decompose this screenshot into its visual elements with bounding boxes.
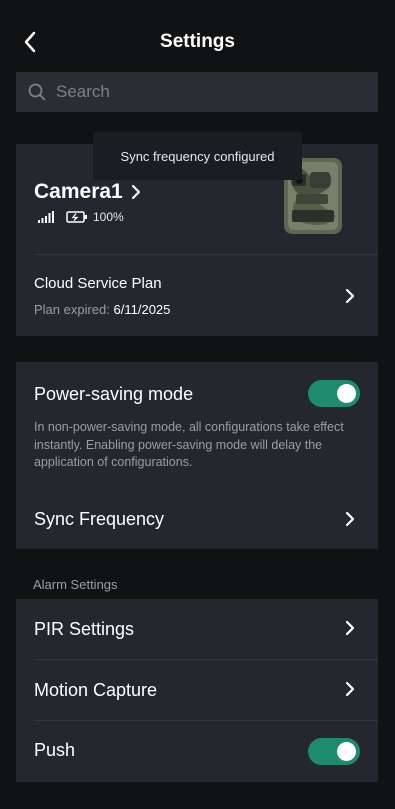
alarm-settings-card: PIR Settings Motion Capture Push — [16, 599, 378, 782]
motion-capture-label: Motion Capture — [34, 680, 158, 700]
plan-expired-label: Plan expired: — [34, 302, 110, 317]
power-settings-card: Power-saving mode In non-power-saving mo… — [16, 362, 378, 549]
camera-name: Camera1 — [34, 180, 123, 203]
pir-settings-row[interactable]: PIR Settings — [16, 599, 378, 659]
search-icon — [28, 83, 46, 101]
push-row: Push — [16, 721, 378, 782]
pir-settings-label: PIR Settings — [34, 619, 135, 639]
page-title: Settings — [160, 31, 235, 52]
chevron-right-icon — [131, 184, 140, 200]
plan-expiry: Plan expired: 6/11/2025 — [34, 302, 170, 317]
push-label: Push — [34, 740, 76, 760]
cloud-plan-row[interactable]: Cloud Service Plan Plan expired: 6/11/20… — [16, 254, 378, 336]
plan-expired-date: 6/11/2025 — [113, 302, 171, 317]
toggle-knob — [337, 742, 356, 761]
search-input[interactable] — [56, 82, 356, 102]
search-bar[interactable] — [16, 72, 378, 112]
chevron-right-icon — [345, 620, 355, 636]
sync-frequency-row[interactable]: Sync Frequency — [16, 492, 378, 549]
alarm-section-title: Alarm Settings — [33, 577, 118, 592]
chevron-right-icon — [345, 681, 355, 697]
power-saving-description: In non-power-saving mode, all configurat… — [34, 420, 344, 469]
power-saving-toggle[interactable] — [308, 380, 360, 407]
cloud-plan-label: Cloud Service Plan — [34, 275, 162, 292]
chevron-right-icon — [345, 288, 355, 304]
push-toggle[interactable] — [308, 738, 360, 765]
toast-message: Sync frequency configured — [93, 132, 302, 180]
camera-name-link[interactable]: Camera1 — [34, 180, 141, 204]
signal-icon — [38, 211, 54, 223]
camera-status: 100% — [38, 210, 124, 224]
sync-frequency-label: Sync Frequency — [34, 509, 165, 529]
motion-capture-row[interactable]: Motion Capture — [16, 660, 378, 720]
battery-level: 100% — [93, 210, 124, 224]
chevron-right-icon — [345, 511, 355, 527]
toggle-knob — [337, 384, 356, 403]
power-saving-label: Power-saving mode — [34, 384, 194, 404]
battery-charging-icon — [66, 211, 87, 223]
